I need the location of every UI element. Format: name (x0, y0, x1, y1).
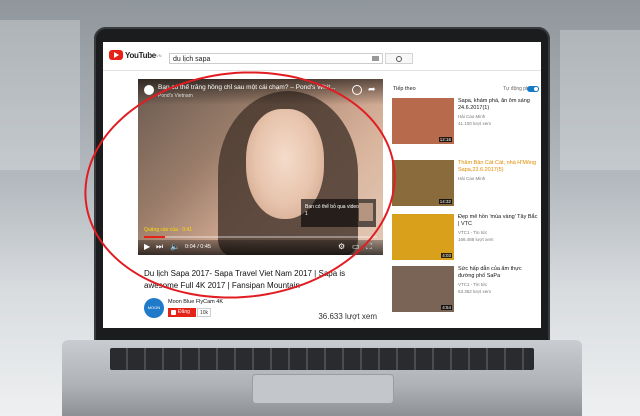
channel-name[interactable]: Moon Blue FlyCam 4K (168, 299, 223, 305)
video-duration: 4:03 (441, 253, 452, 258)
youtube-logo[interactable]: YouTube VN (109, 50, 162, 60)
list-item[interactable]: 12:16 Sapa, khám phá, ăn ôm sáng 24.6.20… (392, 98, 541, 150)
more-options-icon[interactable]: ⋮ (539, 160, 541, 167)
list-item-title[interactable]: Thăm Bản Cát Cát, nhà H'Mông Sapa,23.6.2… (458, 160, 538, 174)
list-item[interactable]: 4:03 Đẹp mê hồn 'mùa vàng' Tây Bắc | VTC… (392, 214, 541, 266)
list-item-views: 63.362 lượt xem (458, 289, 491, 294)
background-window-right (560, 30, 640, 170)
video-thumbnail[interactable]: 4:03 (392, 214, 454, 260)
list-item-views: 41.100 lượt xem (458, 121, 491, 126)
list-item[interactable]: 4:54 Sức hấp dẫn của ẩm thực đường phố S… (392, 266, 541, 318)
channel-avatar[interactable]: MOON BLUE (144, 298, 164, 328)
autoplay-toggle[interactable] (527, 86, 539, 92)
search-button[interactable] (385, 53, 413, 64)
video-thumbnail[interactable]: 12:16 (392, 98, 454, 144)
youtube-logo-text: YouTube (125, 50, 156, 60)
view-count: 36.633 lượt xem (318, 312, 377, 321)
list-item-title[interactable]: Sapa, khám phá, ăn ôm sáng 24.6.2017(1) (458, 98, 538, 112)
search-input-value: du lịch sapa (173, 56, 211, 63)
youtube-header: YouTube VN du lịch sapa (103, 42, 541, 71)
list-item-channel: Hải Cao Minh (458, 114, 486, 119)
list-item-channel: VTC1 - Tin tức (458, 282, 488, 287)
background-window-left (0, 20, 80, 170)
video-duration: 12:16 (438, 137, 452, 142)
list-item-title[interactable]: Đẹp mê hồn 'mùa vàng' Tây Bắc | VTC (458, 214, 538, 228)
subscriber-count: 10k (197, 308, 212, 317)
laptop-trackpad (252, 374, 394, 404)
laptop-keyboard (110, 348, 534, 370)
video-duration: 4:54 (441, 305, 452, 310)
keyboard-icon[interactable] (372, 56, 379, 61)
subscribe-button[interactable]: Đăng ký (168, 308, 196, 324)
list-item-title[interactable]: Sức hấp dẫn của ẩm thực đường phố SaPa (458, 266, 538, 280)
up-next-heading: Tiếp theo (393, 86, 416, 92)
video-duration: 14:32 (438, 199, 452, 204)
list-item-channel: VTC1 - Tin tức (458, 230, 488, 235)
search-input[interactable]: du lịch sapa (169, 53, 383, 64)
video-thumbnail[interactable]: 14:32 (392, 160, 454, 206)
video-thumbnail[interactable]: 4:54 (392, 266, 454, 312)
youtube-play-icon (109, 50, 123, 60)
share-icon[interactable]: ➦ (368, 85, 376, 94)
list-item-views: 168.488 lượt xem (458, 237, 494, 242)
ad-channel-avatar[interactable] (144, 85, 154, 95)
list-item-channel: Hải Cao Minh (458, 176, 486, 181)
youtube-logo-region: VN (155, 52, 162, 58)
list-item[interactable]: 14:32 Thăm Bản Cát Cát, nhà H'Mông Sapa,… (392, 160, 541, 212)
search-icon (396, 56, 402, 62)
watch-later-icon[interactable] (352, 85, 362, 95)
